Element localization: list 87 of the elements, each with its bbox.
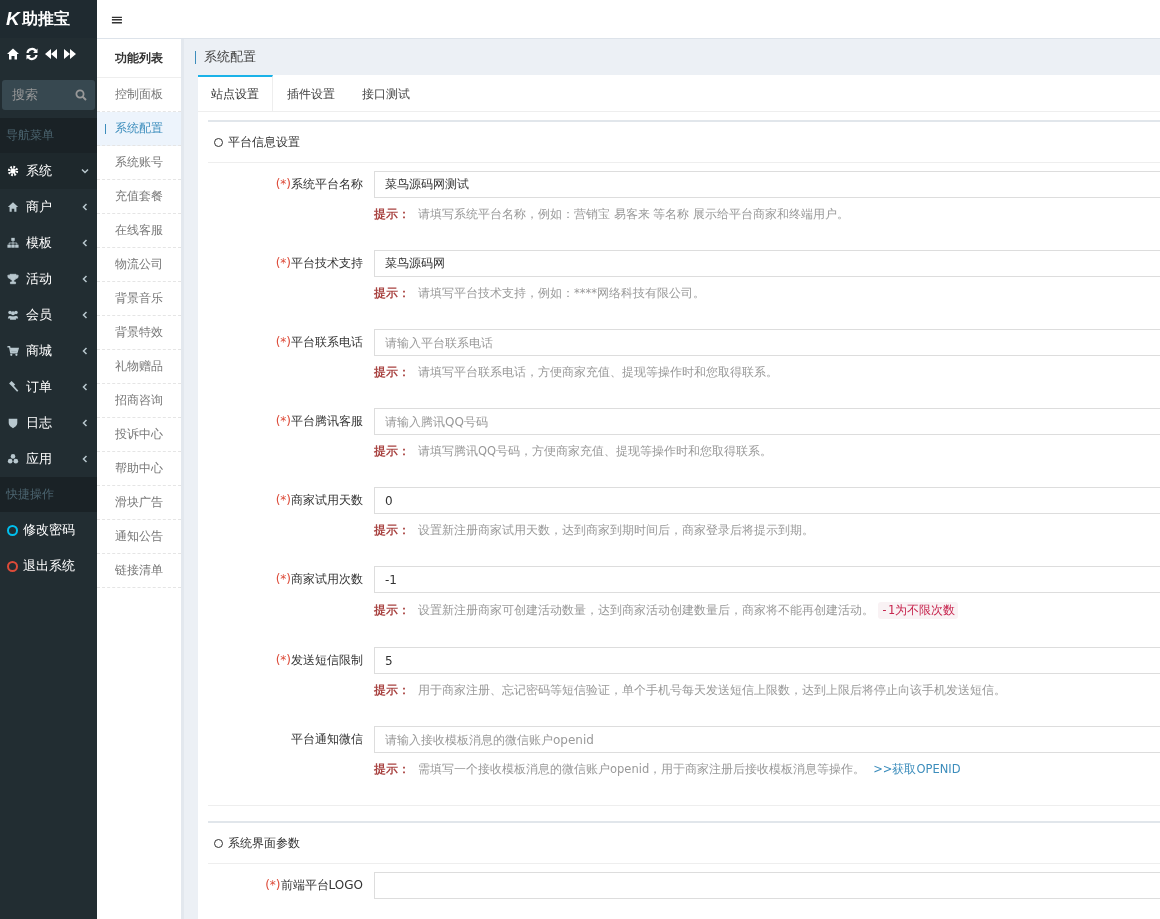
- quick-link[interactable]: 退出系统: [0, 548, 97, 584]
- nav-item[interactable]: 应用: [0, 441, 97, 477]
- hint-label: 提示：: [374, 286, 410, 301]
- hint-label: 提示：: [374, 365, 410, 380]
- function-item[interactable]: 礼物赠品: [97, 350, 181, 384]
- nav-item[interactable]: 模板: [0, 225, 97, 261]
- refresh-icon[interactable]: [25, 47, 39, 61]
- nav-item[interactable]: 系统: [0, 153, 97, 189]
- chevron-left-icon: [81, 275, 89, 283]
- hint-text: 需填写一个接收模板消息的微信账户openid，用于商家注册后接收模板消息等操作。: [418, 762, 866, 777]
- hint-label: 提示：: [374, 523, 410, 538]
- field-label: (*)平台技术支持: [274, 255, 363, 272]
- input-field[interactable]: -1: [374, 566, 1160, 593]
- function-item[interactable]: 物流公司: [97, 248, 181, 282]
- openid-link[interactable]: >>获取OPENID: [873, 762, 961, 777]
- rewind-icon[interactable]: [44, 47, 58, 61]
- function-item[interactable]: 滑块广告: [97, 486, 181, 520]
- section-title: 平台信息设置: [228, 133, 300, 151]
- code-snippet: -1为不限次数: [878, 602, 958, 619]
- page-title: 系统配置: [204, 48, 256, 66]
- nav-item[interactable]: 商城: [0, 333, 97, 369]
- input-field[interactable]: 5: [374, 647, 1160, 674]
- input-field[interactable]: 菜鸟源码网: [374, 250, 1160, 277]
- input-field[interactable]: 0: [374, 487, 1160, 514]
- input-field[interactable]: 菜鸟源码网测试: [374, 171, 1160, 198]
- quick-header: 快捷操作: [0, 477, 97, 512]
- field-label: (*)商家试用天数: [274, 492, 363, 509]
- function-item[interactable]: 通知公告: [97, 520, 181, 554]
- hint-label: 提示：: [374, 683, 410, 698]
- brand-name: 助推宝: [21, 8, 70, 30]
- hint-label: 提示：: [374, 444, 410, 459]
- function-item[interactable]: 背景特效: [97, 316, 181, 350]
- hint-text: 用于商家注册、忘记密码等短信验证，单个手机号每天发送短信上限数，达到上限后将停止向该手机发送短信。: [418, 683, 1006, 698]
- home-icon[interactable]: [6, 47, 20, 61]
- section-title: 系统界面参数: [228, 834, 300, 852]
- tab[interactable]: 站点设置: [198, 75, 273, 111]
- field-label: (*)平台腾讯客服: [274, 413, 363, 430]
- nav-item[interactable]: 商户: [0, 189, 97, 225]
- search-icon[interactable]: [75, 89, 87, 101]
- function-item[interactable]: 投诉中心: [97, 418, 181, 452]
- field-label: (*)商家试用次数: [274, 571, 363, 588]
- chevron-left-icon: [81, 311, 89, 319]
- nav-header: 导航菜单: [0, 118, 97, 153]
- chevron-left-icon: [81, 203, 89, 211]
- field-label: (*)发送短信限制: [274, 652, 363, 669]
- hint-text: 设置新注册商家可创建活动数量，达到商家活动创建数量后，商家将不能再创建活动。: [418, 603, 874, 618]
- fast-forward-icon[interactable]: [63, 47, 77, 61]
- function-item[interactable]: 系统配置: [97, 112, 181, 146]
- hint-text: 请填写平台技术支持，例如：****网络科技有限公司。: [418, 286, 705, 301]
- hint-text: 请填写平台联系电话，方便商家充值、提现等操作时和您取得联系。: [418, 365, 778, 380]
- input-field[interactable]: 请输入腾讯QQ号码: [374, 408, 1160, 435]
- nav-item[interactable]: 订单: [0, 369, 97, 405]
- chevron-left-icon: [81, 419, 89, 427]
- function-item[interactable]: 充值套餐: [97, 180, 181, 214]
- chevron-left-icon: [81, 383, 89, 391]
- function-item[interactable]: 招商咨询: [97, 384, 181, 418]
- function-item[interactable]: 系统账号: [97, 146, 181, 180]
- function-item[interactable]: 链接清单: [97, 554, 181, 588]
- function-item[interactable]: 帮助中心: [97, 452, 181, 486]
- menu-button[interactable]: ≡: [107, 9, 127, 29]
- function-item[interactable]: 背景音乐: [97, 282, 181, 316]
- field-label: (*)系统平台名称: [274, 176, 363, 193]
- function-list-title: 功能列表: [97, 39, 181, 78]
- chevron-left-icon: [81, 455, 89, 463]
- logo-mark: K: [6, 8, 20, 30]
- chevron-left-icon: [81, 239, 89, 247]
- hint-text: 请填写系统平台名称，例如：营销宝 易客来 等名称 展示给平台商家和终端用户。: [418, 207, 849, 222]
- tab[interactable]: 接口测试: [349, 75, 423, 111]
- quick-link[interactable]: 修改密码: [0, 512, 97, 548]
- tab[interactable]: 插件设置: [274, 75, 348, 111]
- field-label: (*)前端平台LOGO: [264, 877, 363, 894]
- input-field[interactable]: [374, 872, 1160, 899]
- hint-label: 提示：: [374, 762, 410, 777]
- nav-item[interactable]: 活动: [0, 261, 97, 297]
- nav-item[interactable]: 日志: [0, 405, 97, 441]
- hint-text: 请填写腾讯QQ号码，方便商家充值、提现等操作时和您取得联系。: [418, 444, 773, 459]
- field-label: (*)平台联系电话: [274, 334, 363, 351]
- input-field[interactable]: 请输入接收模板消息的微信账户openid: [374, 726, 1160, 753]
- nav-item[interactable]: 会员: [0, 297, 97, 333]
- hint-label: 提示：: [374, 207, 410, 222]
- field-label: 平台通知微信: [290, 731, 363, 748]
- input-field[interactable]: 请输入平台联系电话: [374, 329, 1160, 356]
- function-item[interactable]: 在线客服: [97, 214, 181, 248]
- hint-label: 提示：: [374, 603, 410, 618]
- chevron-left-icon: [81, 347, 89, 355]
- hint-text: 设置新注册商家试用天数，达到商家到期时间后，商家登录后将提示到期。: [418, 523, 814, 538]
- chevron-down-icon: [81, 167, 89, 175]
